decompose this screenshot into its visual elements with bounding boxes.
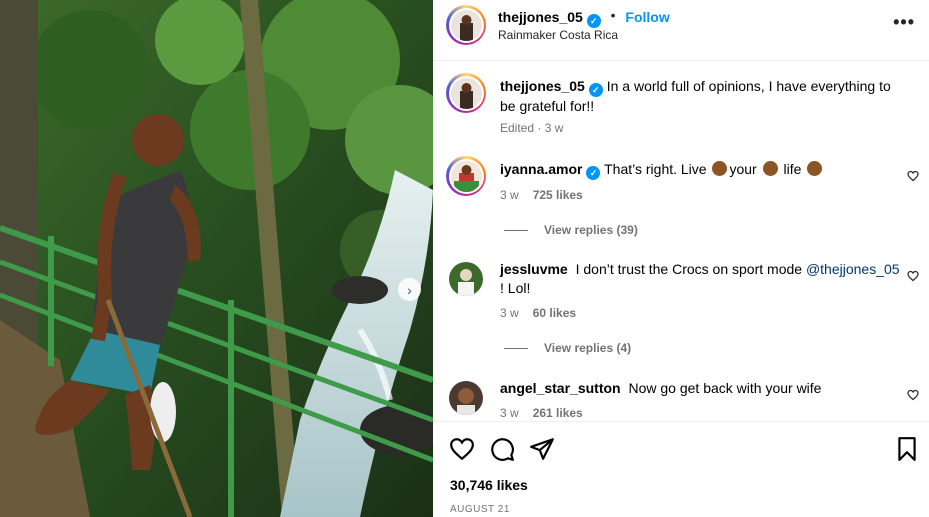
comment-body-part: That’s right. Live xyxy=(604,161,707,177)
caption-meta: Edited · 3 w xyxy=(500,121,564,135)
view-replies-button[interactable]: View replies (4) xyxy=(504,341,631,355)
comment-time: 3 w xyxy=(500,188,519,202)
comment-text: iyanna.amor ✓ That’s right. Live your lif… xyxy=(500,160,905,180)
caption-author-avatar[interactable] xyxy=(446,73,486,113)
caption-text: thejjones_05 ✓ In a world full of opinion… xyxy=(500,77,905,116)
view-replies-label: View replies (39) xyxy=(544,223,638,237)
commenter-avatar[interactable] xyxy=(449,381,483,415)
comment-text: jessluvme I don’t trust the Crocs on spo… xyxy=(500,260,905,298)
comment-likes[interactable]: 725 likes xyxy=(533,188,583,202)
verified-badge-icon: ✓ xyxy=(586,166,601,180)
post-date[interactable]: AUGUST 21 xyxy=(450,504,510,515)
comment-time: 3 w xyxy=(500,306,519,320)
comment-text: angel_star_sutton Now go get back with y… xyxy=(500,379,905,398)
post-detail-pane: thejjones_05 ✓ • Follow Rainmaker Costa … xyxy=(433,0,929,517)
verified-badge-icon: ✓ xyxy=(588,83,603,97)
comment-meta: 3 w 725 likes xyxy=(500,188,583,202)
replies-divider xyxy=(504,230,528,232)
author-username[interactable]: thejjones_05 xyxy=(498,9,583,25)
post-header: thejjones_05 ✓ • Follow Rainmaker Costa … xyxy=(433,0,929,61)
post-photo: › xyxy=(0,0,433,517)
comment-body-part: life xyxy=(783,161,802,177)
mention-link[interactable]: @thejjones_05 xyxy=(806,261,900,277)
comments-list[interactable]: thejjones_05 ✓ In a world full of opinion… xyxy=(433,61,929,421)
commenter-avatar[interactable] xyxy=(446,156,486,196)
view-replies-button[interactable]: View replies (39) xyxy=(504,223,638,237)
avatar-image xyxy=(450,160,482,192)
photo-illustration xyxy=(0,0,433,517)
likes-count[interactable]: 30,746 likes xyxy=(450,477,528,493)
avatar-image xyxy=(449,262,483,296)
comment-username[interactable]: angel_star_sutton xyxy=(500,380,621,396)
chevron-right-icon: › xyxy=(407,281,412,298)
comment-body: Now go get back with your wife xyxy=(628,380,822,396)
clap-emoji-icon xyxy=(762,161,778,176)
avatar-image xyxy=(449,381,483,415)
comment-meta: 3 w 60 likes xyxy=(500,306,576,320)
commenter-avatar[interactable] xyxy=(449,262,483,296)
comment-icon[interactable] xyxy=(489,436,515,462)
comment-likes[interactable]: 261 likes xyxy=(533,406,583,420)
separator-dot: • xyxy=(610,7,616,23)
author-line: thejjones_05 ✓ • Follow xyxy=(498,7,670,28)
bookmark-icon[interactable] xyxy=(894,436,920,462)
clap-emoji-icon xyxy=(807,161,823,176)
heart-icon[interactable] xyxy=(907,270,919,282)
comment-username[interactable]: jessluvme xyxy=(500,261,568,277)
next-photo-button[interactable]: › xyxy=(398,278,421,301)
post-location[interactable]: Rainmaker Costa Rica xyxy=(498,28,618,42)
view-replies-label: View replies (4) xyxy=(544,341,632,355)
comment-body-part: your xyxy=(729,161,757,177)
share-icon[interactable] xyxy=(529,436,555,462)
post-actions: 30,746 likes AUGUST 21 xyxy=(433,421,929,517)
heart-icon[interactable] xyxy=(449,436,475,462)
comment-body-end: ! Lol! xyxy=(500,280,531,296)
more-options-icon[interactable]: ••• xyxy=(893,12,915,33)
heart-icon[interactable] xyxy=(907,389,919,401)
verified-badge-icon: ✓ xyxy=(586,14,601,28)
avatar-image xyxy=(450,9,482,41)
comment-meta: 3 w 261 likes xyxy=(500,406,583,420)
comment-username[interactable]: iyanna.amor xyxy=(500,161,582,177)
replies-divider xyxy=(504,348,528,350)
comment-likes[interactable]: 60 likes xyxy=(533,306,576,320)
caption-username[interactable]: thejjones_05 xyxy=(500,78,585,94)
heart-icon[interactable] xyxy=(907,170,919,182)
clap-emoji-icon xyxy=(712,161,728,176)
comment-body: I don’t trust the Crocs on sport mode xyxy=(575,261,803,277)
author-avatar[interactable] xyxy=(446,5,486,45)
comment-time: 3 w xyxy=(500,406,519,420)
avatar-image xyxy=(450,77,482,109)
follow-button[interactable]: Follow xyxy=(625,9,669,25)
